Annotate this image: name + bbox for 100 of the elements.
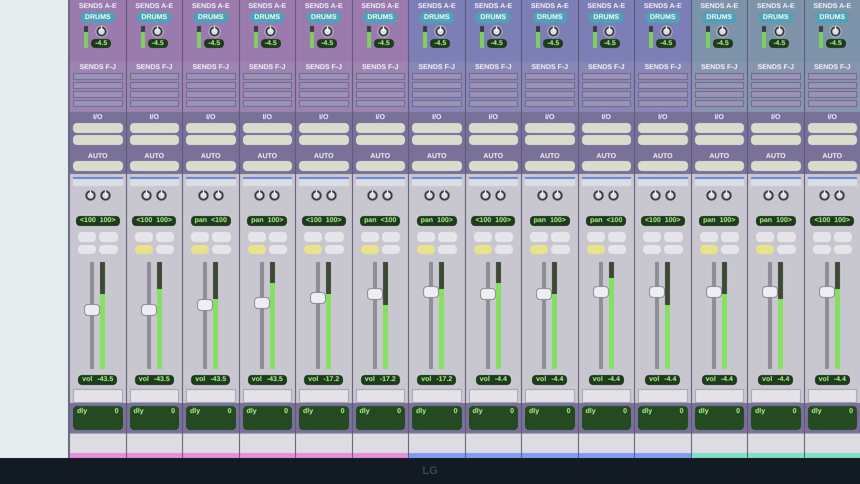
record-button[interactable] [360,232,379,242]
send-slot[interactable] [694,73,744,80]
knob-icon[interactable] [377,25,390,38]
send-slot[interactable] [468,82,518,89]
record-button[interactable] [530,232,548,242]
send-slot[interactable] [299,73,348,80]
knob-icon[interactable] [546,25,560,38]
knob-icon[interactable] [550,189,564,202]
fader-handle[interactable] [536,288,552,300]
send-slot[interactable] [186,82,236,89]
monitor-button[interactable] [700,244,718,254]
mute-button[interactable] [551,244,570,254]
automation-selector[interactable] [356,161,405,171]
record-button[interactable] [417,232,436,242]
send-slot[interactable] [356,91,405,98]
automation-selector[interactable] [808,161,857,171]
send-slot[interactable] [808,100,857,107]
monitor-button[interactable] [360,244,379,254]
solo-button[interactable] [551,232,570,242]
fader-handle[interactable] [197,298,214,311]
automation-selector[interactable] [582,161,631,171]
send-slot[interactable] [130,82,179,89]
send-slot[interactable] [412,100,462,107]
knob-icon[interactable] [716,25,730,38]
send-slot[interactable] [356,82,405,89]
knob-icon[interactable] [648,189,662,202]
send-slot[interactable] [242,100,292,107]
knob-icon[interactable] [98,189,112,202]
monitor-button[interactable] [474,244,492,254]
input-selector[interactable] [525,123,574,133]
input-selector[interactable] [242,123,292,133]
fader-handle[interactable] [818,286,835,298]
send-slot[interactable] [130,91,179,98]
knob-icon[interactable] [140,189,154,202]
send-slot[interactable] [130,100,179,107]
knob-icon[interactable] [310,189,323,202]
knob-icon[interactable] [434,25,447,38]
automation-selector[interactable] [73,161,122,171]
monitor-button[interactable] [248,244,266,254]
knob-icon[interactable] [772,25,786,38]
track-name-field[interactable] [694,389,744,403]
mute-button[interactable] [494,244,513,254]
send-slot[interactable] [186,100,236,107]
mute-button[interactable] [664,244,682,254]
record-button[interactable] [191,232,210,242]
output-selector[interactable] [525,135,574,145]
send-slot[interactable] [73,73,122,80]
send-slot[interactable] [412,73,462,80]
send-slot[interactable] [73,82,122,89]
knob-icon[interactable] [762,189,775,202]
solo-button[interactable] [156,232,174,242]
monitor-button[interactable] [417,244,436,254]
send-slot[interactable] [694,82,744,89]
fader-handle[interactable] [592,286,609,298]
knob-icon[interactable] [490,25,504,38]
send-slot[interactable] [356,100,405,107]
monitor-button[interactable] [191,244,210,254]
automation-selector[interactable] [242,161,292,171]
monitor-button[interactable] [134,244,153,254]
record-button[interactable] [474,232,492,242]
send-slot[interactable] [751,73,800,80]
input-selector[interactable] [694,123,744,133]
send-slot[interactable] [694,100,744,107]
knob-icon[interactable] [366,189,380,202]
send-slot[interactable] [186,73,236,80]
track-name-field[interactable] [186,389,236,403]
track-name-field[interactable] [299,389,348,403]
knob-icon[interactable] [603,25,616,38]
input-selector[interactable] [638,123,688,133]
fader-handle[interactable] [706,286,722,298]
input-selector[interactable] [356,123,405,133]
knob-icon[interactable] [829,25,842,38]
send-slot[interactable] [525,82,574,89]
send-slot[interactable] [468,100,518,107]
send-slot[interactable] [638,73,688,80]
knob-icon[interactable] [818,189,832,202]
knob-icon[interactable] [664,189,677,202]
output-selector[interactable] [582,135,631,145]
monitor-button[interactable] [643,244,662,254]
send-slot[interactable] [751,82,800,89]
mute-button[interactable] [325,244,344,254]
output-selector[interactable] [130,135,179,145]
knob-icon[interactable] [592,189,606,202]
output-selector[interactable] [412,135,462,145]
send-slot[interactable] [582,82,631,89]
fader-handle[interactable] [366,288,383,300]
send-slot[interactable] [412,91,462,98]
knob-icon[interactable] [833,189,846,202]
automation-selector[interactable] [468,161,518,171]
send-slot[interactable] [808,91,857,98]
input-selector[interactable] [751,123,800,133]
knob-icon[interactable] [151,25,164,38]
knob-icon[interactable] [324,189,338,202]
solo-button[interactable] [325,232,344,242]
send-slot[interactable] [468,91,518,98]
monitor-button[interactable] [586,244,605,254]
knob-icon[interactable] [253,189,266,202]
solo-button[interactable] [777,232,796,242]
record-button[interactable] [586,232,605,242]
fader-handle[interactable] [84,304,100,316]
